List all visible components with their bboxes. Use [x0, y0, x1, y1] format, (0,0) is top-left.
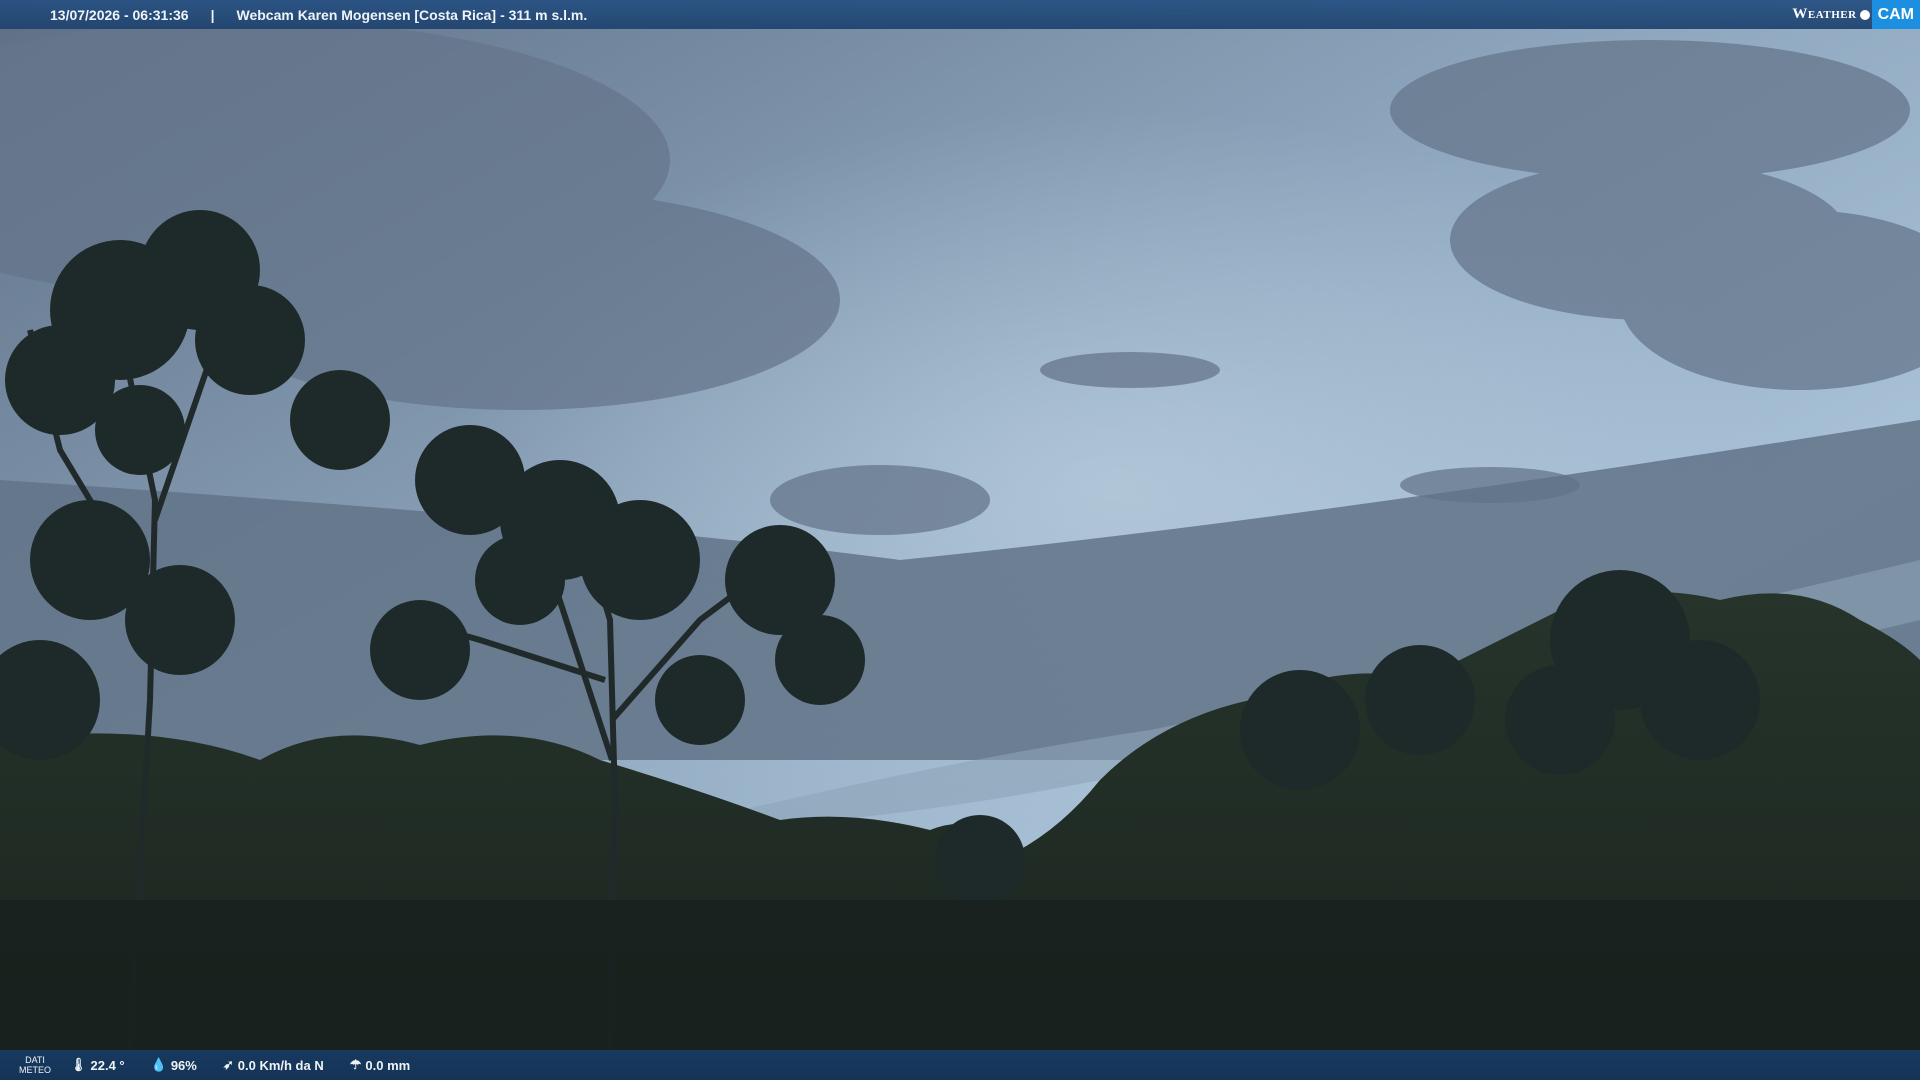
rain-gauge-icon: ☂ — [349, 1057, 362, 1072]
wind-icon: ➶ — [222, 1057, 234, 1072]
humidity-reading: 💧 96% — [151, 1057, 197, 1073]
webcam-title: Webcam Karen Mogensen [Costa Rica] — [236, 6, 497, 23]
separator: | — [210, 6, 215, 23]
temperature-value: 22.4 ° — [90, 1057, 125, 1073]
meteo-data-bar: DATI METEO 🌡 22.4 ° 💧 96% ➶ 0.0 Km/h da … — [0, 1050, 1920, 1080]
humidity-value: 96% — [170, 1057, 197, 1073]
logo-dot-icon — [1859, 9, 1870, 20]
rain-reading: ☂ 0.0 mm — [350, 1057, 410, 1073]
top-info-bar: 13/07/2026 - 06:31:36 | Webcam Karen Mog… — [0, 0, 1920, 29]
thermometer-icon: 🌡 — [70, 1057, 87, 1072]
weathercam-logo: Weather CAM — [1792, 0, 1920, 29]
logo-cam-text: CAM — [1871, 0, 1920, 29]
rain-value: 0.0 mm — [365, 1057, 411, 1073]
logo-weather-text: Weather — [1792, 6, 1857, 22]
temperature-reading: 🌡 22.4 ° — [70, 1057, 125, 1073]
datetime-label: 13/07/2026 - 06:31:36 — [50, 6, 189, 23]
altitude-label: - 311 m s.l.m. — [500, 6, 588, 23]
meteo-label: DATI METEO — [18, 1055, 51, 1075]
webcam-image — [0, 0, 1920, 1080]
wind-value: 0.0 Km/h da N — [237, 1057, 324, 1073]
wind-reading: ➶ 0.0 Km/h da N — [223, 1057, 324, 1073]
webcam-frame: 13/07/2026 - 06:31:36 | Webcam Karen Mog… — [0, 0, 1920, 1080]
humidity-drop-icon: 💧 — [150, 1057, 167, 1072]
